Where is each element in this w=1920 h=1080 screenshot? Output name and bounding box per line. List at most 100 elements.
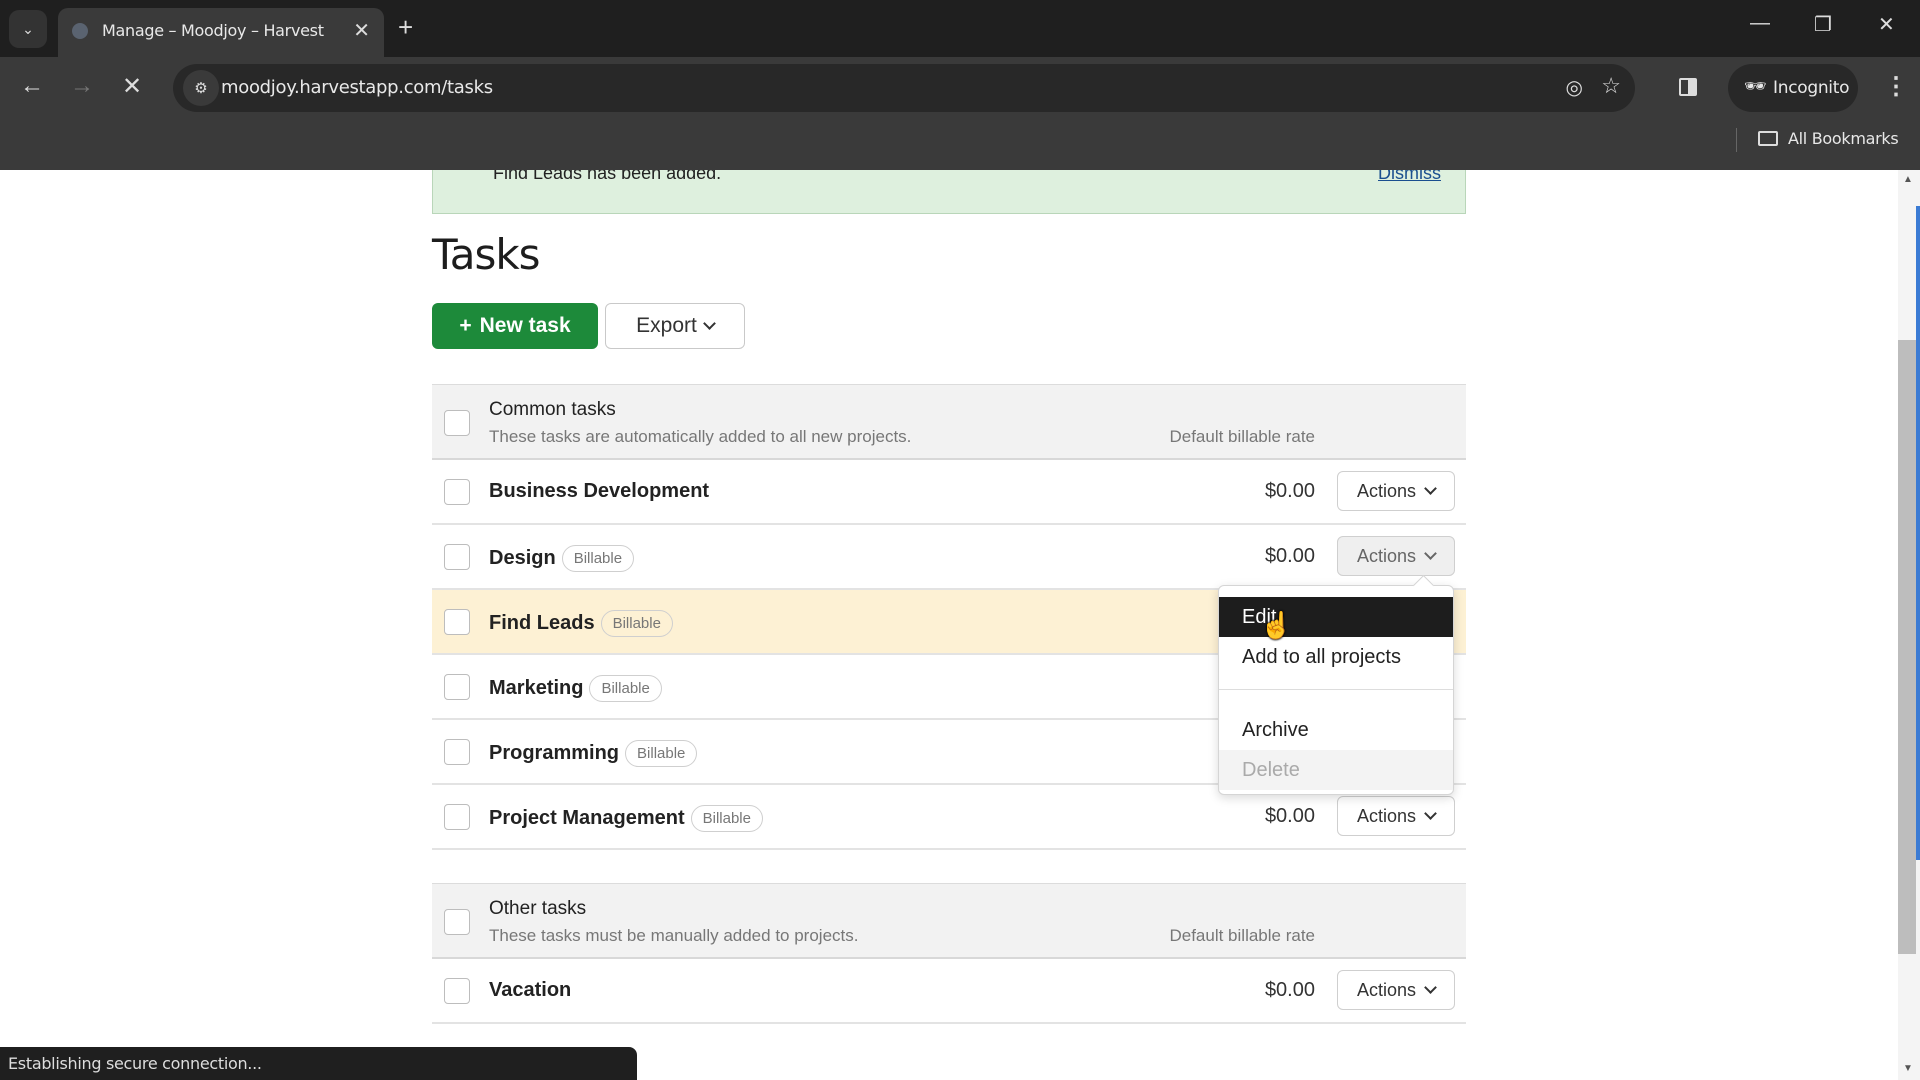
- new-tab-icon[interactable]: +: [398, 12, 413, 43]
- restore-icon[interactable]: ❐: [1814, 12, 1832, 37]
- row-checkbox[interactable]: [444, 804, 470, 830]
- minimize-icon[interactable]: —: [1750, 12, 1770, 35]
- actions-button-open[interactable]: Actions: [1337, 536, 1455, 576]
- row-checkbox[interactable]: [444, 479, 470, 505]
- table-row: Business Development $0.00 Actions: [432, 460, 1466, 525]
- menu-item-add-to-all-projects[interactable]: Add to all projects: [1219, 637, 1453, 677]
- all-bookmarks-button[interactable]: All Bookmarks: [1758, 129, 1899, 148]
- dismiss-link[interactable]: Dismiss: [1378, 170, 1441, 184]
- billable-badge: Billable: [589, 675, 662, 702]
- all-bookmarks-label: All Bookmarks: [1788, 129, 1899, 148]
- banner-message: Find Leads has been added.: [493, 170, 722, 183]
- close-tab-icon[interactable]: ✕: [353, 18, 370, 43]
- billable-badge: Billable: [690, 805, 763, 832]
- task-name[interactable]: Design: [489, 547, 556, 570]
- row-checkbox[interactable]: [444, 674, 470, 700]
- success-banner: Find Leads has been added. Dismiss: [432, 170, 1466, 214]
- url-text[interactable]: moodjoy.harvestapp.com/tasks: [221, 77, 493, 98]
- scroll-up-icon[interactable]: ▲: [1903, 174, 1913, 185]
- plus-icon: +: [459, 314, 472, 337]
- new-task-label: New task: [479, 314, 571, 337]
- tab-title: Manage – Moodjoy – Harvest: [102, 21, 324, 40]
- rate-column-header: Default billable rate: [1169, 926, 1315, 945]
- row-checkbox[interactable]: [444, 739, 470, 765]
- scrollbar-thumb[interactable]: [1898, 340, 1916, 954]
- address-bar[interactable]: ⚙ moodjoy.harvestapp.com/tasks ◎ ☆: [173, 64, 1635, 112]
- actions-dropdown-menu: Edit Add to all projects Archive Delete: [1218, 585, 1454, 795]
- rate-column-header: Default billable rate: [1169, 427, 1315, 446]
- vertical-scrollbar[interactable]: ▲ ▼: [1898, 170, 1920, 1080]
- hand-cursor-icon: ☝: [1260, 610, 1293, 640]
- scroll-down-icon[interactable]: ▼: [1903, 1063, 1913, 1074]
- incognito-icon: 🕶: [1744, 76, 1767, 96]
- task-rate: $0.00: [1264, 545, 1315, 567]
- chevron-down-icon: [1424, 981, 1437, 994]
- actions-label: Actions: [1356, 480, 1417, 501]
- browser-tab-strip: ⌄ Manage – Moodjoy – Harvest ✕ + — ❐ ✕: [0, 0, 1920, 57]
- actions-label: Actions: [1356, 805, 1417, 826]
- chevron-down-icon: [1424, 482, 1437, 495]
- group-title: Common tasks: [489, 399, 616, 420]
- page-title: Tasks: [432, 230, 541, 279]
- actions-label: Actions: [1356, 979, 1417, 1000]
- task-name[interactable]: Business Development: [489, 480, 709, 503]
- task-name[interactable]: Find Leads: [489, 612, 595, 635]
- bookmarks-divider: [1736, 128, 1737, 152]
- forward-icon[interactable]: →: [70, 72, 94, 100]
- bookmark-star-icon[interactable]: ☆: [1601, 73, 1621, 99]
- group-description: These tasks are automatically added to a…: [489, 427, 912, 446]
- row-checkbox[interactable]: [444, 609, 470, 635]
- scrollbar-accent: [1916, 206, 1920, 860]
- browser-tab[interactable]: Manage – Moodjoy – Harvest ✕: [58, 8, 384, 57]
- task-rate: $0.00: [1264, 480, 1315, 502]
- table-row: Design Billable $0.00 Actions: [432, 525, 1466, 590]
- eye-off-icon[interactable]: ◎: [1566, 75, 1583, 100]
- billable-badge: Billable: [561, 545, 635, 572]
- actions-button[interactable]: Actions: [1337, 970, 1455, 1010]
- status-bubble: Establishing secure connection...: [0, 1047, 637, 1080]
- close-window-icon[interactable]: ✕: [1878, 12, 1895, 37]
- other-tasks-table: Other tasks These tasks must be manually…: [432, 883, 1466, 1024]
- row-checkbox[interactable]: [444, 978, 470, 1004]
- more-menu-icon[interactable]: ⋮: [1884, 72, 1908, 101]
- billable-badge: Billable: [625, 740, 698, 767]
- chevron-down-icon: ⌄: [22, 20, 34, 37]
- select-all-common-checkbox[interactable]: [444, 410, 470, 436]
- select-all-other-checkbox[interactable]: [444, 909, 470, 935]
- menu-item-edit[interactable]: Edit: [1219, 597, 1453, 637]
- table-row: Vacation $0.00 Actions: [432, 959, 1466, 1024]
- task-name[interactable]: Marketing: [489, 677, 583, 700]
- other-tasks-header: Other tasks These tasks must be manually…: [432, 883, 1466, 959]
- stop-loading-icon[interactable]: ✕: [122, 72, 142, 101]
- task-rate: $0.00: [1264, 979, 1315, 1001]
- chevron-down-icon: [1424, 807, 1437, 820]
- new-task-button[interactable]: + New task: [432, 303, 598, 349]
- export-label: Export: [636, 314, 697, 337]
- side-panel-icon[interactable]: [1679, 78, 1697, 96]
- page-viewport: Find Leads has been added. Dismiss Tasks…: [0, 170, 1898, 1080]
- billable-badge: Billable: [600, 610, 673, 637]
- group-title: Other tasks: [489, 898, 587, 919]
- folder-icon: [1758, 131, 1778, 146]
- menu-divider: [1219, 689, 1453, 690]
- back-icon[interactable]: ←: [20, 72, 44, 100]
- row-checkbox[interactable]: [444, 544, 470, 570]
- task-name[interactable]: Vacation: [489, 979, 571, 1002]
- incognito-label: Incognito: [1773, 78, 1850, 98]
- menu-item-delete[interactable]: Delete: [1219, 750, 1453, 790]
- loading-favicon-icon: [72, 23, 88, 39]
- task-name[interactable]: Programming: [489, 742, 619, 765]
- tab-search-button[interactable]: ⌄: [9, 10, 47, 48]
- group-description: These tasks must be manually added to pr…: [489, 926, 859, 945]
- site-settings-icon[interactable]: ⚙: [183, 70, 219, 106]
- export-button[interactable]: Export: [605, 303, 745, 349]
- chevron-down-icon: [1424, 547, 1437, 560]
- actions-label: Actions: [1356, 545, 1417, 566]
- actions-button[interactable]: Actions: [1337, 796, 1455, 836]
- task-name[interactable]: Project Management: [489, 807, 685, 830]
- incognito-button[interactable]: 🕶 Incognito: [1728, 64, 1858, 112]
- menu-item-archive[interactable]: Archive: [1219, 710, 1453, 750]
- actions-button[interactable]: Actions: [1337, 471, 1455, 511]
- common-tasks-header: Common tasks These tasks are automatical…: [432, 384, 1466, 460]
- task-rate: $0.00: [1264, 805, 1315, 827]
